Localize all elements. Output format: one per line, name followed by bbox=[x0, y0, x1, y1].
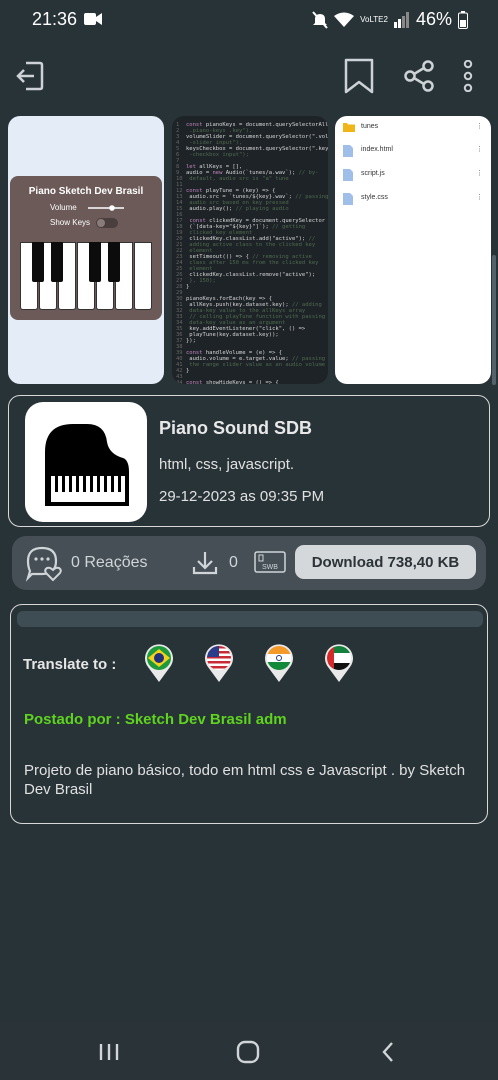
share-icon bbox=[404, 60, 434, 92]
black-key bbox=[32, 242, 44, 282]
mute-icon bbox=[312, 10, 328, 29]
download-icon bbox=[192, 552, 218, 575]
volume-slider bbox=[88, 205, 124, 211]
project-title: Piano Sound SDB bbox=[159, 418, 312, 438]
code-line: 6 -checkbox input"); bbox=[176, 152, 249, 158]
download-count: 0 bbox=[229, 554, 238, 571]
file-icon bbox=[343, 145, 353, 157]
black-key bbox=[51, 242, 63, 282]
black-key bbox=[108, 242, 120, 282]
file-name: style.css bbox=[361, 194, 388, 201]
code-line: 15 audio.play(); // playing audio bbox=[176, 206, 289, 212]
recent-apps-icon bbox=[99, 1044, 119, 1060]
recent-apps-button[interactable] bbox=[95, 1038, 123, 1066]
download-button[interactable]: Download 738,40 KB bbox=[295, 545, 476, 579]
file-row: script.js ⋮ bbox=[341, 166, 487, 186]
back-button[interactable] bbox=[374, 1038, 402, 1066]
svg-text:SWB: SWB bbox=[262, 564, 278, 571]
status-bar: 21:36 VoLTE2 46% bbox=[0, 0, 498, 40]
project-info-card: Piano Sound SDB html, css, javascript. 2… bbox=[8, 395, 490, 527]
translate-label: Translate to : bbox=[23, 656, 117, 673]
network-label: VoLTE2 bbox=[360, 14, 388, 24]
project-description: Projeto de piano básico, todo em html cs… bbox=[24, 762, 466, 798]
file-icon bbox=[343, 169, 353, 181]
uae-flag-icon[interactable] bbox=[324, 643, 354, 683]
exit-icon bbox=[16, 61, 44, 91]
progress-bar bbox=[17, 611, 483, 627]
piano-app-title: Piano Sketch Dev Brasil bbox=[28, 186, 144, 197]
show-keys-label: Show Keys bbox=[50, 218, 91, 227]
piano-app-card: Piano Sketch Dev Brasil Volume Show Keys bbox=[10, 176, 162, 320]
file-row: tunes ⋮ bbox=[341, 119, 487, 139]
file-menu-icon: ⋮ bbox=[476, 194, 483, 201]
file-size-icon: SWB bbox=[254, 551, 286, 573]
battery-icon bbox=[458, 10, 468, 29]
file-menu-icon: ⋮ bbox=[476, 123, 483, 130]
signal-icon bbox=[393, 11, 409, 28]
grand-piano-icon bbox=[45, 424, 129, 506]
project-languages: html, css, javascript. bbox=[159, 456, 295, 473]
piano-keyboard bbox=[20, 242, 152, 310]
back-icon bbox=[382, 1042, 393, 1062]
reactions-count[interactable]: 0 Reações bbox=[71, 554, 148, 572]
file-row: style.css ⋮ bbox=[341, 190, 487, 210]
video-record-icon bbox=[84, 13, 102, 25]
battery-percent: 46% bbox=[415, 9, 452, 29]
file-name: script.js bbox=[361, 170, 385, 177]
screenshot-gallery[interactable]: Piano Sketch Dev Brasil Volume Show Keys bbox=[0, 116, 498, 386]
home-button[interactable] bbox=[234, 1038, 262, 1066]
wifi-icon bbox=[334, 12, 355, 27]
volume-label: Volume bbox=[50, 203, 77, 212]
bookmark-button[interactable] bbox=[341, 58, 377, 94]
preview-image-piano[interactable]: Piano Sketch Dev Brasil Volume Show Keys bbox=[8, 116, 164, 384]
brazil-flag-icon[interactable] bbox=[144, 643, 174, 683]
black-key bbox=[89, 242, 101, 282]
preview-image-code[interactable]: 1 const pianoKeys = document.querySelecto… bbox=[172, 116, 328, 384]
reactions-icon[interactable] bbox=[24, 544, 64, 582]
home-icon bbox=[236, 1040, 260, 1064]
share-button[interactable] bbox=[401, 58, 437, 94]
india-flag-icon[interactable] bbox=[264, 643, 294, 683]
action-bar: 0 Reações 0 SWB Download 738,40 KB bbox=[12, 536, 486, 590]
code-line: 41 the range slider value as an audio vo… bbox=[176, 362, 326, 368]
file-row: index.html ⋮ bbox=[341, 142, 487, 162]
top-toolbar bbox=[0, 52, 498, 102]
usa-flag-icon[interactable] bbox=[204, 643, 234, 683]
file-menu-icon: ⋮ bbox=[476, 170, 483, 177]
bookmark-icon bbox=[344, 58, 374, 94]
show-keys-toggle bbox=[96, 218, 118, 228]
project-logo bbox=[25, 402, 147, 522]
more-vert-icon bbox=[463, 60, 473, 92]
code-line: 10 default, audio src is "a" tune bbox=[176, 176, 289, 182]
file-icon bbox=[343, 193, 353, 205]
folder-icon bbox=[343, 123, 355, 132]
system-nav-bar bbox=[0, 1022, 498, 1080]
scroll-indicator[interactable] bbox=[492, 255, 496, 385]
file-name: tunes bbox=[361, 123, 379, 130]
status-time: 21:36 bbox=[32, 9, 78, 29]
description-card: Translate to : Postado por: Sketch Dev … bbox=[10, 604, 488, 824]
exit-button[interactable] bbox=[12, 58, 48, 94]
posted-by[interactable]: Postado por : Sketch Dev Brasil adm bbox=[24, 711, 287, 728]
more-options-button[interactable] bbox=[450, 58, 486, 94]
preview-image-files[interactable]: tunes ⋮ index.html ⋮ script.js ⋮ style.c… bbox=[335, 116, 491, 384]
code-line: 44 const showHideKeys = () => { bbox=[176, 380, 279, 384]
white-key bbox=[134, 242, 152, 310]
file-name: index.html bbox=[361, 146, 393, 153]
project-date: 29-12-2023 as 09:35 PM bbox=[159, 488, 325, 505]
file-menu-icon: ⋮ bbox=[476, 146, 483, 153]
